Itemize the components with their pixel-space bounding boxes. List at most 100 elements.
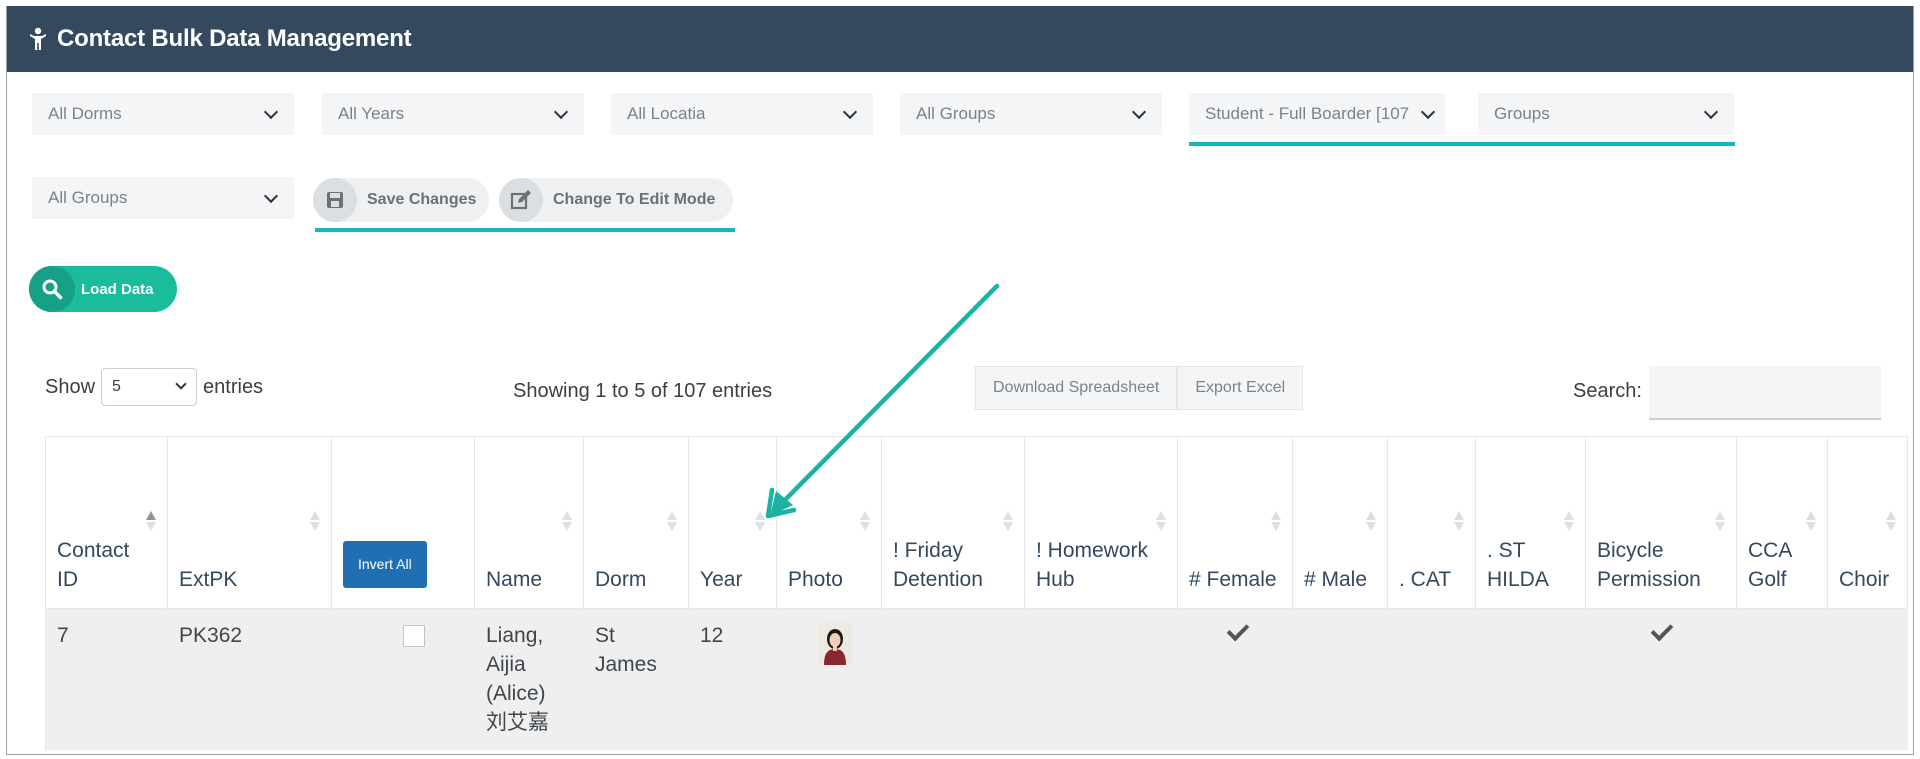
column-header-friday-detention[interactable]: ! Friday Detention xyxy=(881,436,1025,609)
contact-type-filter-value: Student - Full Boarder [107 xyxy=(1205,104,1410,123)
sort-icon xyxy=(146,511,156,533)
column-header-extpk[interactable]: ExtPK xyxy=(167,436,332,609)
groups-filter-value: Groups xyxy=(1494,104,1550,123)
chevron-down-icon xyxy=(1421,107,1435,121)
sort-icon xyxy=(1806,511,1816,533)
column-header-choir[interactable]: Choir xyxy=(1827,436,1908,609)
highlight-underline xyxy=(1189,142,1735,146)
cell-friday-detention xyxy=(881,608,1025,750)
dorm-filter-select[interactable]: All Dorms xyxy=(32,93,294,135)
cell-extpk: PK362 xyxy=(167,608,332,750)
load-data-label: Load Data xyxy=(81,280,154,298)
sort-icon xyxy=(1366,511,1376,533)
group-filter-select[interactable]: All Groups xyxy=(900,93,1162,135)
sort-icon xyxy=(1003,511,1013,533)
load-data-button[interactable]: Load Data xyxy=(29,266,177,312)
cell-dorm: St James xyxy=(583,608,689,750)
page-length-select[interactable]: 5 xyxy=(101,368,198,406)
export-excel-button[interactable]: Export Excel xyxy=(1177,366,1304,410)
column-header-cca-golf[interactable]: CCA Golf xyxy=(1736,436,1828,609)
year-filter-select[interactable]: All Years xyxy=(322,93,584,135)
person-icon xyxy=(29,27,47,51)
invert-all-button[interactable]: Invert All xyxy=(343,541,427,588)
sort-icon xyxy=(1454,511,1464,533)
table-header-row: Contact ID ExtPK Invert All Name Dorm Ye… xyxy=(45,436,1908,609)
bulk-data-panel: Contact Bulk Data Management All Dorms A… xyxy=(6,6,1914,755)
export-buttons: Download Spreadsheet Export Excel xyxy=(975,366,1304,410)
column-header-contact-id[interactable]: Contact ID xyxy=(45,436,168,609)
sort-icon xyxy=(667,511,677,533)
download-spreadsheet-button[interactable]: Download Spreadsheet xyxy=(975,366,1178,410)
edit-icon xyxy=(499,178,543,222)
sort-icon xyxy=(562,511,572,533)
dorm-filter-value: All Dorms xyxy=(48,104,122,123)
column-header-bicycle-permission[interactable]: Bicycle Permission xyxy=(1585,436,1737,609)
location-filter-select[interactable]: All Locatia xyxy=(611,93,873,135)
search-input[interactable] xyxy=(1649,366,1881,420)
table-info: Showing 1 to 5 of 107 entries xyxy=(513,380,773,402)
save-changes-label: Save Changes xyxy=(367,191,477,208)
column-header-year[interactable]: Year xyxy=(688,436,777,609)
panel-header: Contact Bulk Data Management xyxy=(7,6,1913,72)
group-filter-value: All Groups xyxy=(916,104,996,123)
page-title: Contact Bulk Data Management xyxy=(57,25,412,52)
cell-female xyxy=(1177,608,1293,750)
student-photo xyxy=(818,623,852,665)
sort-icon xyxy=(1564,511,1574,533)
location-filter-value: All Locatia xyxy=(627,104,706,123)
cell-male xyxy=(1292,608,1388,750)
column-header-female[interactable]: # Female xyxy=(1177,436,1293,609)
search-label: Search: xyxy=(1573,380,1642,402)
column-header-cat[interactable]: . CAT xyxy=(1387,436,1476,609)
check-icon xyxy=(1225,622,1249,642)
column-header-male[interactable]: # Male xyxy=(1292,436,1388,609)
column-header-select: Invert All xyxy=(331,436,475,609)
chevron-down-icon xyxy=(843,107,857,121)
chevron-down-icon xyxy=(1704,107,1718,121)
chevron-down-icon xyxy=(554,107,568,121)
cell-select xyxy=(331,608,475,750)
column-header-photo[interactable]: Photo xyxy=(776,436,882,609)
contact-type-filter-select[interactable]: Student - Full Boarder [107 xyxy=(1189,93,1445,135)
sort-icon xyxy=(1715,511,1725,533)
edit-mode-button[interactable]: Change To Edit Mode xyxy=(499,178,733,222)
column-header-homework-hub[interactable]: ! Homework Hub xyxy=(1024,436,1178,609)
chevron-down-icon xyxy=(264,107,278,121)
chevron-down-icon xyxy=(264,191,278,205)
row-checkbox[interactable] xyxy=(403,625,425,647)
sort-icon xyxy=(1886,511,1896,533)
entries-label: entries xyxy=(203,375,264,398)
group-filter-select-2[interactable]: All Groups xyxy=(32,177,294,219)
chevron-down-icon xyxy=(176,382,186,392)
groups-filter-select[interactable]: Groups xyxy=(1478,93,1734,135)
cell-year: 12 xyxy=(688,608,777,750)
cell-cca-golf xyxy=(1736,608,1828,750)
column-header-st-hilda[interactable]: . ST HILDA xyxy=(1475,436,1586,609)
cell-st-hilda xyxy=(1475,608,1586,750)
sort-icon xyxy=(1271,511,1281,533)
cell-cat xyxy=(1387,608,1476,750)
column-header-dorm[interactable]: Dorm xyxy=(583,436,689,609)
cell-homework-hub xyxy=(1024,608,1178,750)
contacts-table: Contact ID ExtPK Invert All Name Dorm Ye… xyxy=(45,436,1908,750)
cell-bicycle-permission xyxy=(1585,608,1737,750)
sort-icon xyxy=(860,511,870,533)
show-label: Show xyxy=(45,375,96,398)
chevron-down-icon xyxy=(1132,107,1146,121)
page-length-control: Show 5 entries xyxy=(45,368,263,406)
sort-icon xyxy=(1156,511,1166,533)
page-length-value: 5 xyxy=(112,378,121,395)
search-icon xyxy=(29,266,75,312)
cell-name: Liang, Aijia (Alice) 刘艾嘉 xyxy=(474,608,584,750)
group-filter-value-2: All Groups xyxy=(48,188,128,207)
edit-mode-label: Change To Edit Mode xyxy=(553,191,716,208)
sort-icon xyxy=(755,511,765,533)
cell-photo xyxy=(776,608,882,750)
cell-choir xyxy=(1827,608,1908,750)
cell-contact-id: 7 xyxy=(45,608,168,750)
save-changes-button[interactable]: Save Changes xyxy=(313,178,489,222)
column-header-name[interactable]: Name xyxy=(474,436,584,609)
table-row[interactable]: 7 PK362 Liang, Aijia (Alice) 刘艾嘉 St Jame… xyxy=(45,608,1908,750)
save-icon xyxy=(313,178,357,222)
highlight-underline xyxy=(315,228,735,232)
